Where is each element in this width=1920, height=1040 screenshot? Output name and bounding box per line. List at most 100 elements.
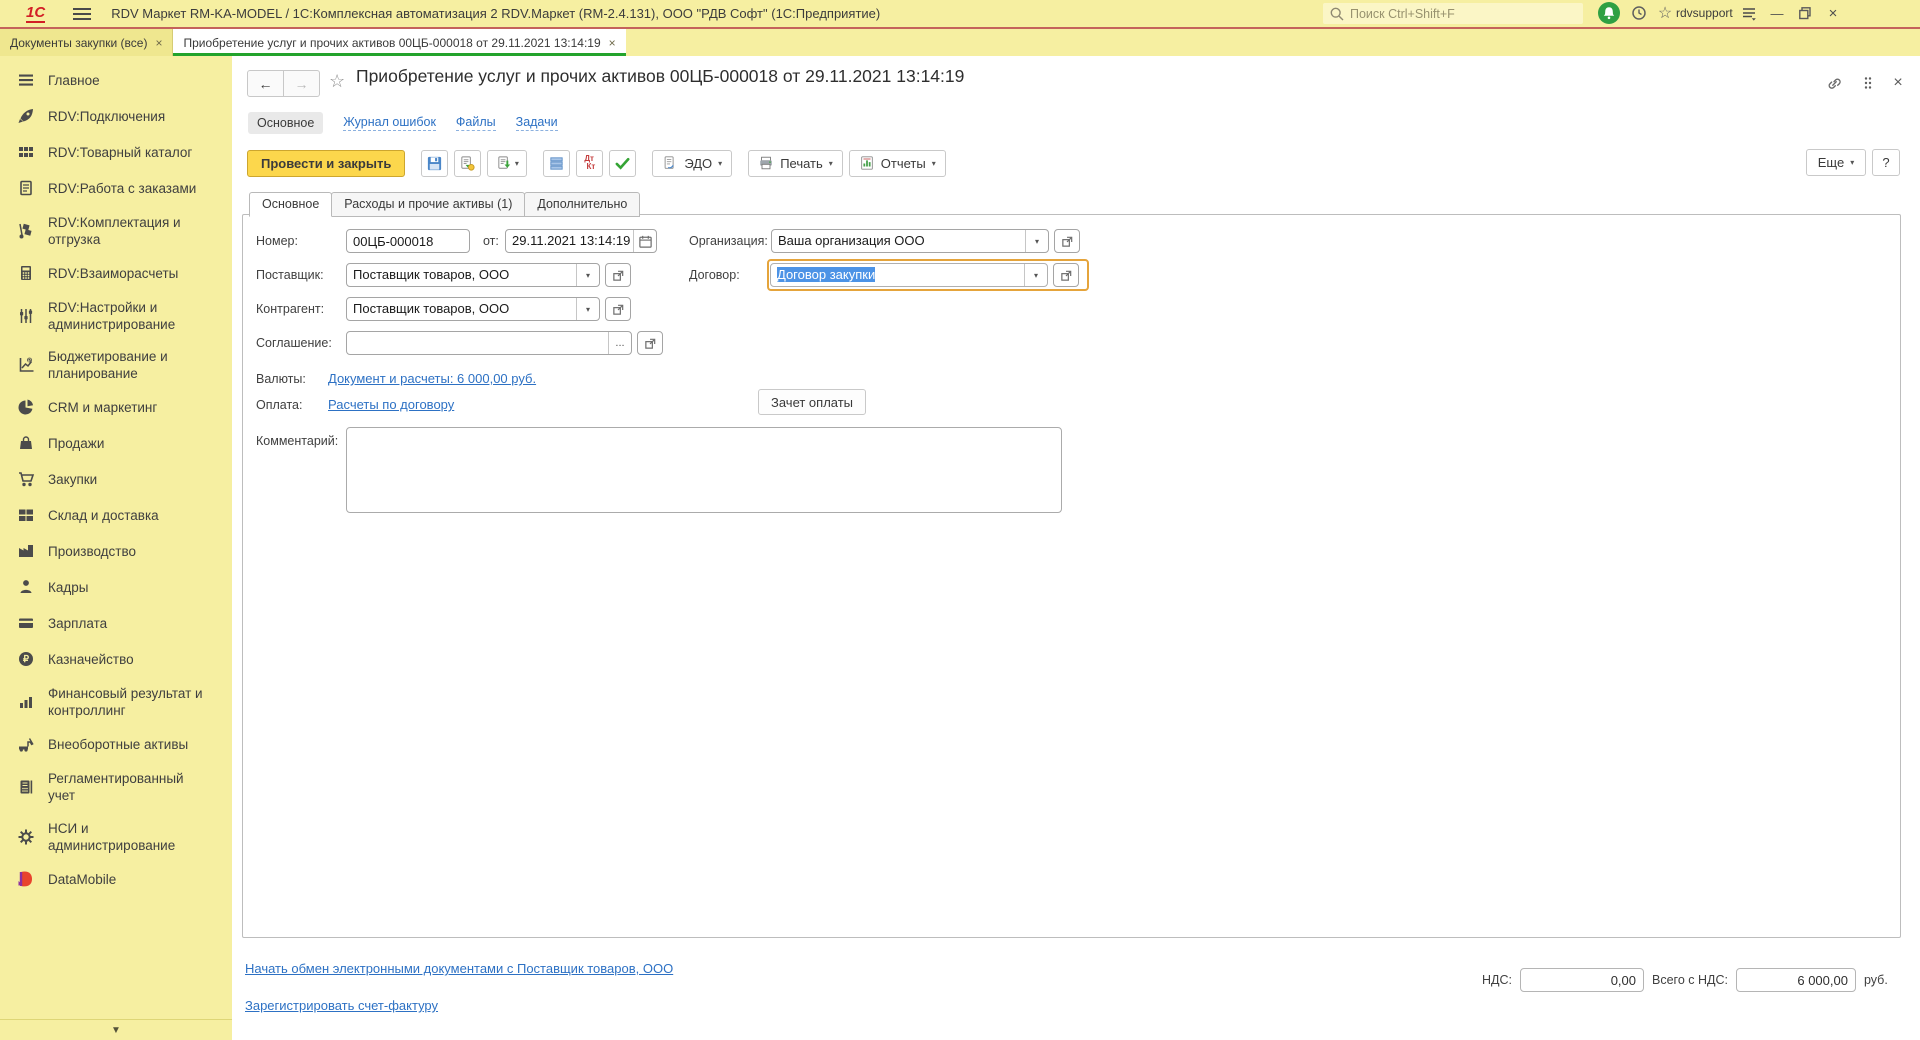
- sidebar-item[interactable]: DataMobile: [0, 869, 232, 889]
- sidebar-item[interactable]: RDV:Настройки и администрирование: [0, 299, 232, 333]
- supplier-input[interactable]: Поставщик товаров, ООО: [347, 264, 576, 286]
- sliders-icon: [16, 306, 36, 326]
- sidebar-item[interactable]: ₽ Бюджетирование и планирование: [0, 348, 232, 382]
- sidebar-item[interactable]: Зарплата: [0, 613, 232, 633]
- minimize-button[interactable]: —: [1766, 2, 1788, 24]
- sidebar-item[interactable]: Кадры: [0, 577, 232, 597]
- document-movements-button[interactable]: [543, 149, 571, 177]
- post-document-icon: [461, 155, 475, 171]
- favorite-star-icon[interactable]: ☆: [329, 71, 345, 92]
- currency-suffix: руб.: [1863, 973, 1888, 987]
- global-search-input[interactable]: Поиск Ctrl+Shift+F: [1323, 3, 1583, 24]
- sidebar-item[interactable]: ₽ Казначейство: [0, 649, 232, 669]
- more-actions-button[interactable]: Еще ▾: [1806, 149, 1866, 176]
- chevron-down-icon[interactable]: ▾: [576, 264, 599, 286]
- comment-label: Комментарий:: [256, 434, 339, 448]
- form-tab-main[interactable]: Основное: [249, 192, 333, 217]
- edo-button[interactable]: ЭДО ▾: [652, 149, 733, 177]
- agreement-group: ...: [346, 331, 663, 355]
- open-supplier-button[interactable]: [605, 263, 631, 287]
- form-tab-expenses[interactable]: Расходы и прочие активы (1): [331, 192, 526, 217]
- number-input[interactable]: [346, 229, 470, 253]
- history-icon[interactable]: [1628, 2, 1650, 24]
- sidebar-item[interactable]: CRM и маркетинг: [0, 397, 232, 417]
- sidebar-item[interactable]: Внеоборотные активы: [0, 734, 232, 754]
- restore-window-button[interactable]: [1794, 2, 1816, 24]
- sidebar-item[interactable]: Финансовый результат и контроллинг: [0, 685, 232, 719]
- date-input[interactable]: 29.11.2021 13:14:19: [506, 230, 633, 252]
- notifications-bell-icon[interactable]: [1598, 2, 1620, 24]
- reports-button[interactable]: Отчеты ▾: [848, 149, 946, 177]
- open-contract-button[interactable]: [1053, 263, 1079, 287]
- tab-current-document[interactable]: Приобретение услуг и прочих активов 00ЦБ…: [173, 29, 626, 56]
- sidebar-item[interactable]: RDV:Подключения: [0, 106, 232, 126]
- sidebar-item[interactable]: RDV:Работа с заказами: [0, 178, 232, 198]
- open-organization-button[interactable]: [1054, 229, 1080, 253]
- navlink-error-log[interactable]: Журнал ошибок: [343, 115, 436, 131]
- date-group: 29.11.2021 13:14:19: [505, 229, 657, 253]
- payment-offset-button[interactable]: Зачет оплаты: [758, 389, 867, 415]
- supplier-label: Поставщик:: [256, 268, 324, 282]
- open-counterparty-button[interactable]: [605, 297, 631, 321]
- organization-input[interactable]: Ваша организация ООО: [772, 230, 1025, 252]
- register-invoice-link[interactable]: Зарегистрировать счет-фактуру: [245, 998, 438, 1013]
- sidebar-item[interactable]: Закупки: [0, 469, 232, 489]
- document-nav-links: Основное Журнал ошибок Файлы Задачи: [248, 112, 558, 134]
- contract-input[interactable]: Договор закупки: [771, 264, 1024, 286]
- currencies-label: Валюты:: [256, 372, 306, 386]
- more-menu-icon[interactable]: [1858, 73, 1878, 93]
- search-placeholder: Поиск Ctrl+Shift+F: [1350, 6, 1455, 21]
- help-button[interactable]: ?: [1872, 149, 1900, 176]
- service-menu-icon[interactable]: [1738, 2, 1760, 24]
- forward-button[interactable]: →: [284, 70, 320, 97]
- sidebar-item[interactable]: Регламентированный учет: [0, 770, 232, 804]
- chevron-down-icon[interactable]: ▾: [576, 298, 599, 320]
- check-button[interactable]: [609, 149, 637, 177]
- form-tab-panel: Номер: от: 29.11.2021 13:14:19 Организац…: [242, 214, 1901, 938]
- tab-close-icon[interactable]: ×: [609, 36, 616, 50]
- back-button[interactable]: ←: [247, 70, 284, 97]
- chevron-down-icon[interactable]: ▾: [1025, 230, 1048, 252]
- open-agreement-button[interactable]: [637, 331, 663, 355]
- create-based-on-button[interactable]: ▾: [487, 149, 528, 177]
- navlink-files[interactable]: Файлы: [455, 115, 496, 131]
- close-window-button[interactable]: ×: [1822, 2, 1844, 24]
- sidebar-item[interactable]: Производство: [0, 541, 232, 561]
- start-edi-exchange-link[interactable]: Начать обмен электронными документами с …: [245, 961, 673, 976]
- save-button[interactable]: [421, 149, 449, 177]
- sidebar-scroll-down[interactable]: ▼: [0, 1019, 232, 1040]
- navlink-main[interactable]: Основное: [248, 112, 324, 134]
- sidebar-item[interactable]: Продажи: [0, 433, 232, 453]
- chevron-down-icon[interactable]: ▾: [1024, 264, 1047, 286]
- sidebar-item[interactable]: Главное: [0, 70, 232, 90]
- agreement-input[interactable]: [347, 332, 608, 354]
- print-button[interactable]: Печать ▾: [748, 149, 843, 177]
- tab-purchase-documents[interactable]: Документы закупки (все) ×: [0, 29, 174, 56]
- currency-settings-link[interactable]: Документ и расчеты: 6 000,00 руб.: [328, 371, 536, 386]
- debit-credit-button[interactable]: Дт Кт: [576, 149, 604, 177]
- sidebar-item[interactable]: RDV:Комплектация и отгрузка: [0, 214, 232, 248]
- sidebar-item[interactable]: НСИ и администрирование: [0, 820, 232, 854]
- counterparty-input[interactable]: Поставщик товаров, ООО: [347, 298, 576, 320]
- calendar-icon[interactable]: [633, 230, 656, 252]
- close-document-icon[interactable]: ×: [1888, 73, 1908, 93]
- form-tab-additional[interactable]: Дополнительно: [524, 192, 641, 217]
- current-user[interactable]: rdvsupport: [1676, 6, 1733, 20]
- choose-button[interactable]: ...: [608, 332, 631, 354]
- comment-textarea[interactable]: [346, 427, 1062, 513]
- sidebar-item[interactable]: RDV:Взаиморасчеты: [0, 263, 232, 283]
- payment-settings-link[interactable]: Расчеты по договору: [328, 397, 454, 412]
- tab-close-icon[interactable]: ×: [155, 36, 162, 50]
- main-menu-icon[interactable]: [73, 7, 92, 20]
- sidebar-item[interactable]: Склад и доставка: [0, 505, 232, 525]
- post-and-close-button[interactable]: Провести и закрыть: [247, 149, 406, 177]
- post-document-button[interactable]: [454, 149, 482, 177]
- printer-icon: [760, 156, 772, 170]
- favorites-star-icon[interactable]: ☆: [1654, 2, 1676, 24]
- sidebar-item[interactable]: RDV:Товарный каталог: [0, 142, 232, 162]
- navlink-tasks[interactable]: Задачи: [515, 115, 558, 131]
- person-icon: [16, 577, 36, 597]
- 1c-logo: 1С: [26, 3, 46, 23]
- pie-chart-icon: [16, 397, 36, 417]
- get-link-icon[interactable]: [1824, 73, 1844, 93]
